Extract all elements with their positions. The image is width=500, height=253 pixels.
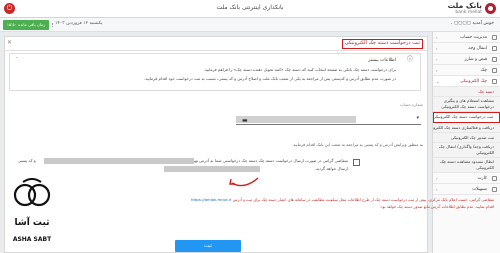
- account-select[interactable]: ▾: [236, 115, 421, 125]
- sidebar-item-transfer[interactable]: انتقال وجه ‹: [433, 43, 500, 54]
- sidebar-item-label: تسهیلات: [472, 187, 487, 192]
- chevron-down-icon: ⌄: [436, 79, 440, 84]
- sidebar-item-label: کارت: [477, 176, 487, 181]
- sidebar-subitem-inquiry[interactable]: مشاهده استعلام های و پیگیری درخواست دسته…: [433, 97, 500, 112]
- chevron-left-icon: ‹: [436, 46, 438, 51]
- sidebar-item-label: قبض و شارژ: [464, 57, 487, 62]
- sidebar-item-label: مدیریت حساب: [460, 35, 487, 40]
- sidebar-item-bills[interactable]: قبض و شارژ ‹: [433, 54, 500, 65]
- warning-text-line: متقاضی گرامی، حسب اعلام بانک مرکزی، پیش …: [191, 197, 494, 202]
- loan-icon: [492, 187, 497, 192]
- submit-button[interactable]: ثبت: [175, 240, 241, 252]
- echeque-icon: [492, 79, 497, 84]
- bank-name-en: bank mellat: [455, 10, 482, 15]
- sidebar-subitem-receive[interactable]: دریافت وجه/ واگذاری/ انتقال چک الکترونیک…: [433, 143, 500, 158]
- consent-text-line: ارسال خواهد گردید.: [314, 166, 348, 171]
- info-icon: ⓘ: [406, 56, 413, 63]
- app-root: بانک ملت bank mellat بانکداری اینترنتی ب…: [0, 0, 500, 253]
- chevron-up-icon[interactable]: ⌃: [15, 56, 18, 61]
- cheque-icon: [492, 68, 497, 73]
- chevron-left-icon: ‹: [436, 35, 438, 40]
- help-title: اطلاعات بیشتر: [368, 58, 396, 63]
- sidebar-subitem-cancel[interactable]: ابطال مسدود مشاهده دسته چک الکترونیکی: [433, 158, 500, 173]
- bank-name: بانک ملت: [447, 1, 482, 10]
- warning-text: متقاضی گرامی، حسب اعلام بانک مرکزی، پیش …: [232, 197, 494, 202]
- sidebar-item-label: انتقال وجه: [468, 46, 487, 51]
- chevron-left-icon: ‹: [436, 57, 438, 62]
- card-icon: [492, 176, 497, 181]
- address-redacted: [164, 166, 260, 172]
- watermark-logo: ثبت آشا ASHA SABT: [0, 178, 64, 253]
- help-text-line: در صورت عدم تطابق آدرس و کدپستی پس از مر…: [144, 76, 396, 81]
- close-icon[interactable]: ✕: [7, 39, 12, 46]
- help-box: ⓘ اطلاعات بیشتر ⌃ برای درخواست دسته چک ب…: [9, 53, 421, 91]
- account-field-label: شماره حساب: [399, 102, 423, 107]
- session-timer-button[interactable]: زمان باقی مانده ۱۵:۵۰: [3, 20, 49, 30]
- card-icon: ▬: [242, 117, 248, 124]
- arrow-icon: [229, 177, 259, 187]
- sidebar-item-label: چک الکترونیکی: [460, 79, 487, 84]
- account-icon: [492, 35, 497, 40]
- sidebar-item-accounts[interactable]: مدیریت حساب ‹: [433, 32, 500, 43]
- chevron-down-icon: ▾: [416, 115, 419, 121]
- transfer-icon: [492, 46, 497, 51]
- bank-logo-icon: [485, 3, 496, 14]
- consent-row: متقاضی گرامی در صورت ارسال درخواست دسته …: [14, 158, 428, 178]
- bank-logo[interactable]: بانک ملت bank mellat: [434, 1, 496, 17]
- app-title: بانکداری اینترنتی بانک ملت: [216, 4, 284, 11]
- divider: [52, 23, 53, 27]
- account-value-redacted: [236, 116, 356, 123]
- chevron-left-icon: ‹: [436, 176, 438, 181]
- bill-icon: [492, 57, 497, 62]
- watermark-brand-fa: ثبت آشا: [14, 218, 50, 228]
- rings-icon: [13, 178, 51, 207]
- sidebar-item-card[interactable]: کارت ‹: [433, 173, 500, 184]
- sidebar: مدیریت حساب ‹ انتقال وجه ‹ قبض و شارژ ‹ …: [432, 32, 500, 253]
- power-icon[interactable]: ⏻: [4, 3, 15, 14]
- help-text-line: برای درخواست دسته چک بانکی به صفحه انتخا…: [203, 67, 396, 72]
- postal-code-label: و کد پستی: [18, 158, 36, 163]
- sidebar-item-loans[interactable]: تسهیلات ‹: [433, 184, 500, 195]
- sidebar-subitem-issue[interactable]: ثبت صدور چک الکترونیکی: [433, 133, 500, 143]
- address-redacted: [44, 158, 194, 164]
- panel-header: ثبت درخواست دسته چک الکترونیکی ✕: [3, 37, 427, 51]
- info-bar: خوش آمدید ▢▢▢▢ ، یکشنبه ۱۲ فروردین ۱۴۰۳ …: [0, 18, 500, 32]
- page-title: ثبت درخواست دسته چک الکترونیکی: [341, 39, 423, 49]
- address-note: به منظور ویرایش آدرس و کد پستی به مراجعه…: [291, 142, 423, 147]
- watermark-brand-en: ASHA SABT: [12, 236, 52, 243]
- warning-text-line: اقدام نمایید. عدم تطابق اطلاعات آدرس مان…: [379, 204, 494, 209]
- top-header: بانک ملت bank mellat بانکداری اینترنتی ب…: [0, 0, 500, 18]
- date-text: یکشنبه ۱۲ فروردین ۱۴۰۳: [55, 21, 103, 26]
- sidebar-item-label: چک: [480, 68, 487, 73]
- sidebar-subheading: دسته چک: [433, 87, 500, 97]
- amlak-link[interactable]: https://amlak.mrud.ir: [191, 197, 231, 202]
- sidebar-subitem-activate[interactable]: دریافت و فعالسازی دسته چک الکترونیکی: [433, 123, 500, 133]
- consent-checkbox[interactable]: [353, 159, 360, 166]
- sidebar-subitem-request[interactable]: ثبت درخواست دسته چک الکترونیکی: [433, 112, 500, 123]
- welcome-text: خوش آمدید ▢▢▢▢ ،: [451, 21, 494, 26]
- sidebar-item-cheque[interactable]: چک ‹: [433, 65, 500, 76]
- chevron-left-icon: ‹: [436, 187, 438, 192]
- sidebar-item-echeque[interactable]: چک الکترونیکی ⌄: [433, 76, 500, 87]
- chevron-left-icon: ‹: [436, 68, 438, 73]
